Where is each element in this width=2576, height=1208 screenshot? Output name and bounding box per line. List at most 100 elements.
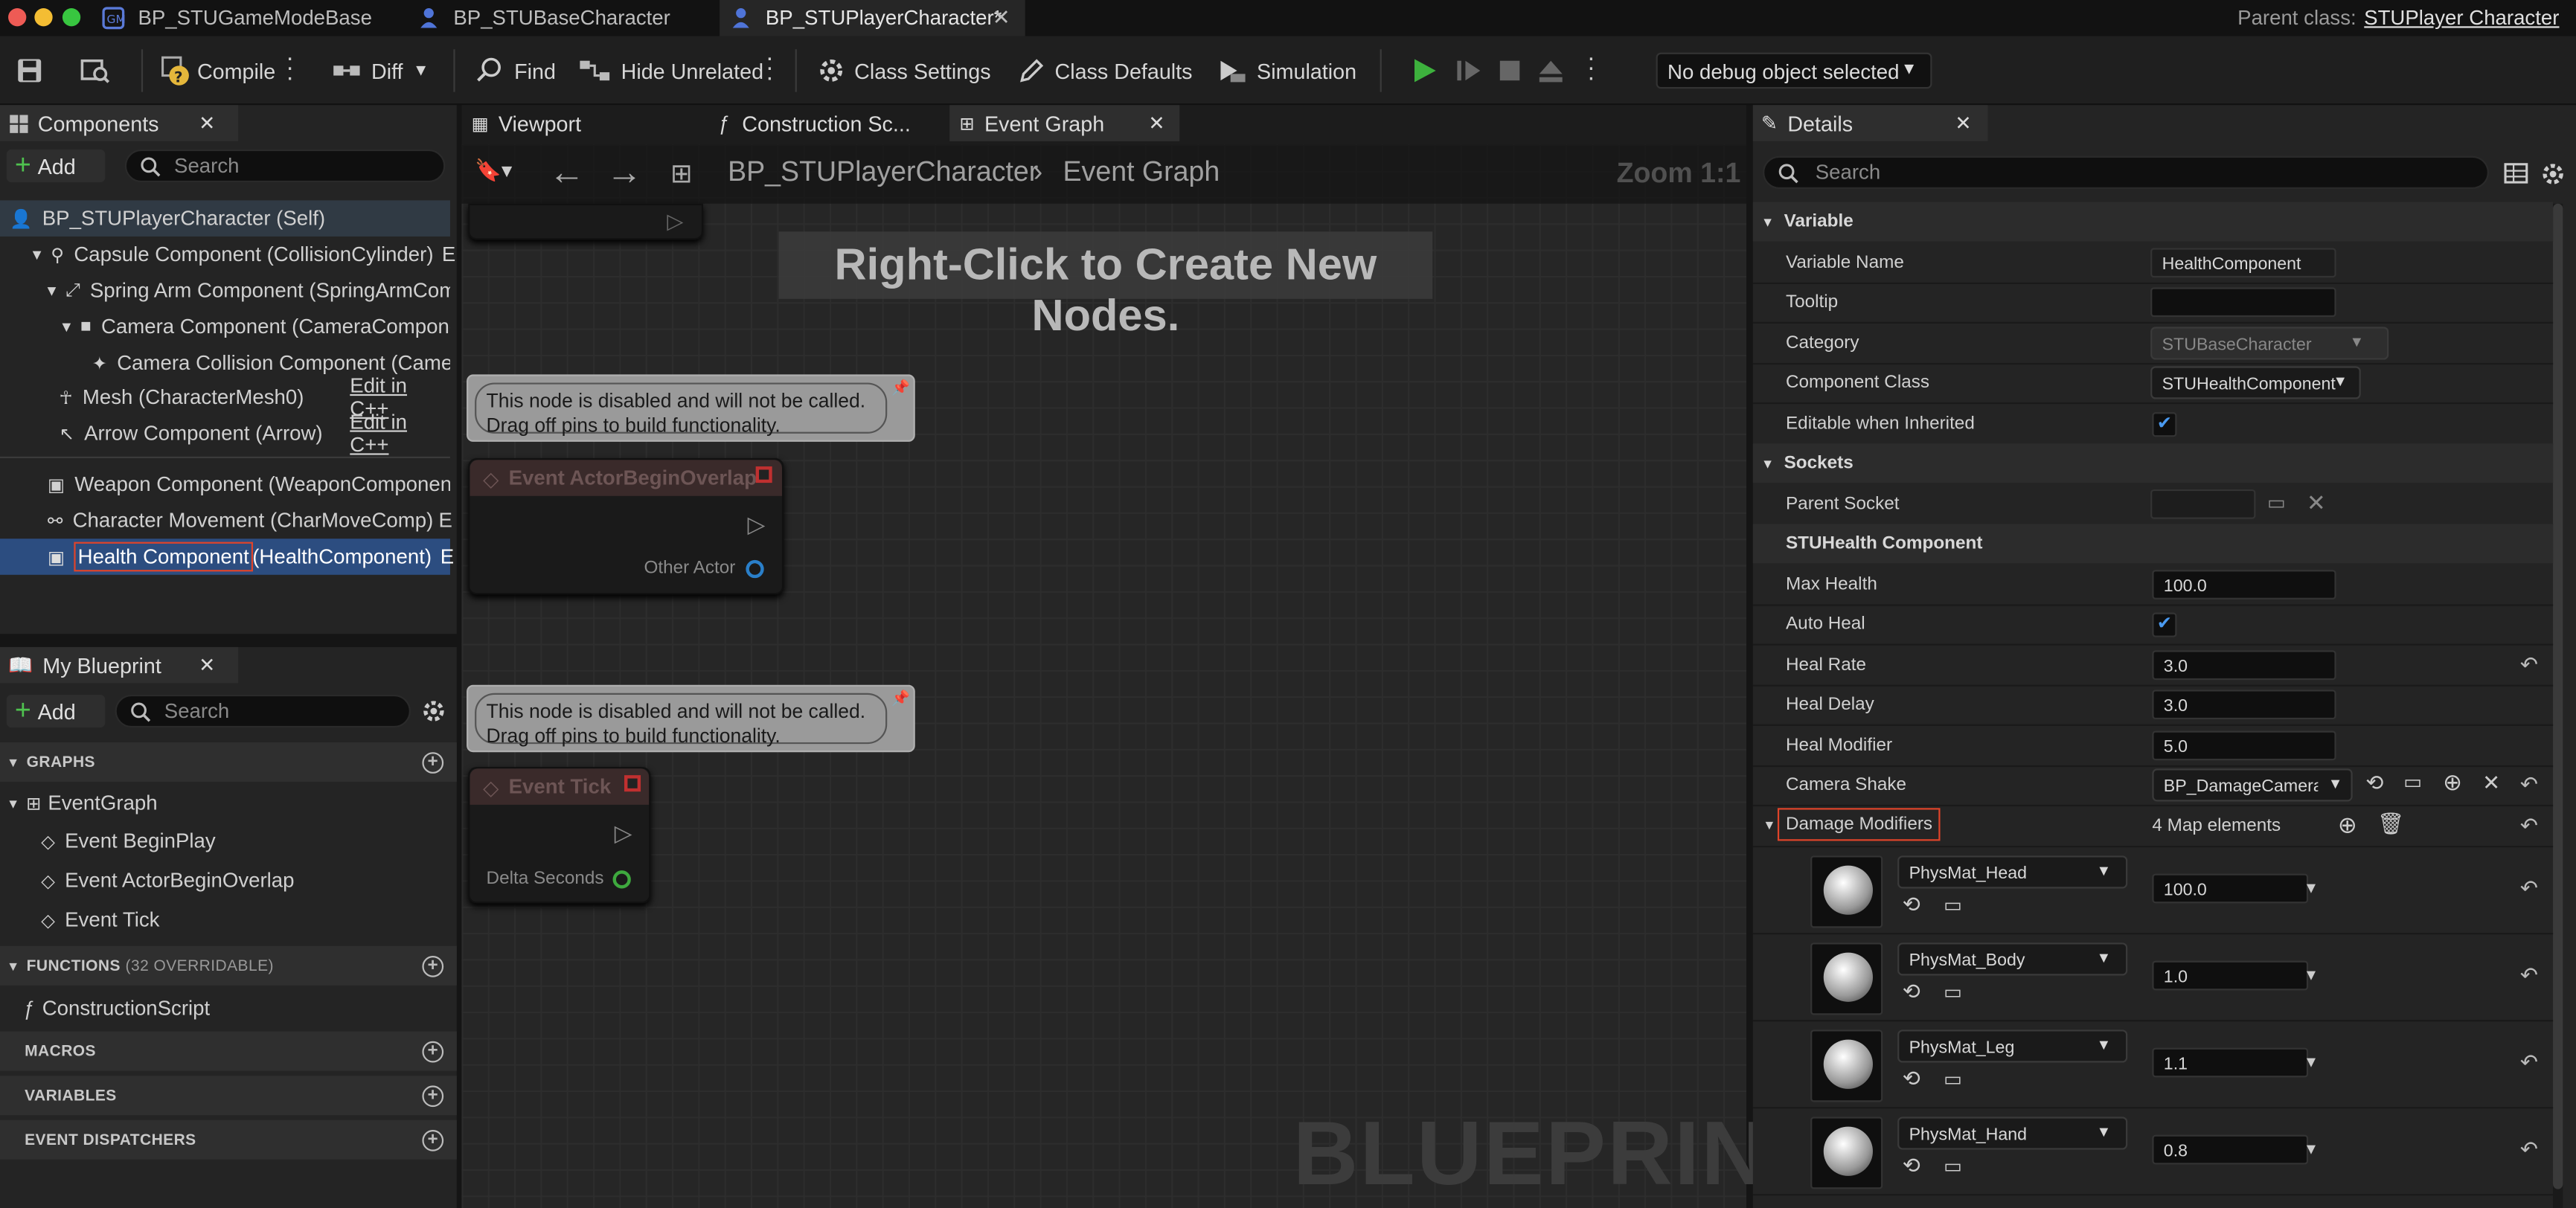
- map-key-select[interactable]: PhysMat_Leg ▼: [1897, 1029, 2128, 1063]
- browse-icon[interactable]: ▭: [1944, 1067, 1962, 1090]
- play-options-icon[interactable]: · · ·: [1587, 46, 1595, 91]
- section-variable[interactable]: ▼ Variable: [1752, 202, 2554, 242]
- heal-rate-field[interactable]: 3.0: [2152, 650, 2336, 681]
- compile-options-icon[interactable]: · · ·: [286, 46, 294, 91]
- chevron-down-icon[interactable]: ▾: [2307, 877, 2316, 898]
- trash-icon[interactable]: 🗑: [2377, 812, 2404, 838]
- tab-bp-stugamemodebase[interactable]: GM BP_STUGameModeBase: [92, 0, 398, 36]
- reset-to-default-icon[interactable]: ↶: [2520, 1137, 2538, 1163]
- max-health-field[interactable]: 100.0: [2152, 570, 2336, 600]
- tab-event-graph[interactable]: ⊞ Event Graph ✕: [949, 105, 1180, 141]
- variable-name-field[interactable]: HealthComponent: [2150, 248, 2336, 278]
- play-icon[interactable]: [1409, 56, 1439, 86]
- component-health[interactable]: ▣ Health Component (HealthComponent) E: [0, 539, 454, 575]
- variables-section[interactable]: VARIABLES +: [0, 1076, 457, 1116]
- parent-class-link[interactable]: STUPlayer Character: [2364, 7, 2559, 30]
- physmat-thumbnail[interactable]: [1810, 1029, 1883, 1102]
- heal-delay-field[interactable]: 3.0: [2152, 690, 2336, 720]
- camera-shake-select[interactable]: BP_DamageCameraS ▼: [2152, 768, 2353, 802]
- reset-to-default-icon[interactable]: ↶: [2520, 652, 2538, 678]
- stop-icon[interactable]: [1495, 56, 1525, 86]
- edit-link[interactable]: E: [442, 243, 455, 266]
- expand-arrow-icon[interactable]: ▼: [7, 796, 19, 811]
- components-search-input[interactable]: Search: [124, 149, 446, 183]
- close-panel-icon[interactable]: ✕: [199, 654, 215, 677]
- minimize-window-button[interactable]: [34, 8, 53, 27]
- map-key-select[interactable]: PhysMat_Body ▼: [1897, 942, 2128, 976]
- use-selected-icon[interactable]: ⟲: [1903, 979, 1920, 1005]
- gear-icon[interactable]: [2540, 161, 2566, 187]
- heal-modifier-field[interactable]: 5.0: [2152, 730, 2336, 761]
- section-sockets[interactable]: ▼ Sockets: [1752, 443, 2554, 483]
- eject-icon[interactable]: [1536, 56, 1566, 86]
- add-icon[interactable]: ⊕: [2443, 768, 2462, 797]
- tab-bp-stuplayercharacter[interactable]: BP_STUPlayerCharacter* ✕: [720, 0, 1025, 36]
- component-class-select[interactable]: STUHealthComponent ▼: [2150, 366, 2361, 399]
- browse-socket-icon[interactable]: ▭: [2267, 491, 2286, 514]
- chevron-down-icon[interactable]: ▾: [2307, 1051, 2316, 1072]
- macros-section[interactable]: MACROS +: [0, 1031, 457, 1071]
- close-panel-icon[interactable]: ✕: [1955, 112, 1971, 135]
- browse-icon[interactable]: ▭: [2403, 771, 2422, 794]
- class-settings-button[interactable]: Class Settings: [816, 51, 991, 90]
- pin-icon[interactable]: 📌: [891, 690, 910, 707]
- auto-heal-checkbox[interactable]: ✔: [2152, 612, 2177, 637]
- breadcrumb-root[interactable]: BP_STUPlayerCharacter: [728, 156, 1038, 189]
- add-member-button[interactable]: + Add: [6, 694, 106, 728]
- gear-icon[interactable]: [420, 698, 446, 724]
- exec-pin-icon[interactable]: ▷: [615, 820, 632, 848]
- expand-arrow-icon[interactable]: ▼: [1763, 818, 1775, 833]
- property-matrix-icon[interactable]: [2504, 161, 2528, 185]
- class-defaults-button[interactable]: Class Defaults: [1017, 51, 1193, 90]
- more-options-icon[interactable]: · · ·: [766, 46, 774, 91]
- reset-to-default-icon[interactable]: ↶: [2520, 876, 2538, 902]
- browse-icon[interactable]: ▭: [1944, 1154, 1962, 1178]
- add-macro-icon[interactable]: +: [422, 1040, 444, 1062]
- map-key-select[interactable]: PhysMat_Hand ▼: [1897, 1117, 2128, 1150]
- disabled-comment-box[interactable]: This node is disabled and will not be ca…: [467, 684, 915, 753]
- object-pin-icon[interactable]: [746, 559, 764, 579]
- close-tab-icon[interactable]: ✕: [993, 5, 1010, 31]
- chevron-down-icon[interactable]: ▾: [2307, 1138, 2316, 1159]
- event-graph-item[interactable]: ▼ ⊞ EventGraph: [7, 785, 450, 821]
- scrollbar-thumb[interactable]: [2553, 203, 2563, 1189]
- edit-link[interactable]: E: [440, 545, 454, 568]
- physmat-thumbnail[interactable]: [1810, 855, 1883, 928]
- debug-object-select[interactable]: No debug object selected ▼: [1656, 52, 1932, 89]
- event-actorbeginoverlap-item[interactable]: ◇ Event ActorBeginOverlap: [41, 862, 450, 899]
- my-blueprint-tab[interactable]: 📖 My Blueprint ✕: [0, 646, 239, 684]
- add-graph-icon[interactable]: +: [422, 751, 444, 773]
- map-key-select[interactable]: PhysMat_Head ▼: [1897, 855, 2128, 889]
- event-actorbeginoverlap-node[interactable]: ◇ Event ActorBeginOverlap ▷ Other Actor: [468, 458, 784, 595]
- simulation-button[interactable]: Simulation: [1216, 51, 1356, 90]
- reset-to-default-icon[interactable]: ↶: [2520, 772, 2538, 798]
- component-self[interactable]: 👤 BP_STUPlayerCharacter (Self): [0, 200, 450, 237]
- pin-icon[interactable]: 📌: [891, 379, 910, 397]
- parent-socket-field[interactable]: [2150, 489, 2256, 519]
- clear-icon[interactable]: ✕: [2307, 489, 2326, 518]
- maximize-window-button[interactable]: [62, 8, 81, 27]
- tab-construction-script[interactable]: ƒ Construction Sc...: [718, 105, 948, 141]
- section-stuhealth-component[interactable]: STUHealth Component: [1752, 524, 2554, 564]
- blueprint-search-input[interactable]: Search: [115, 694, 411, 728]
- bookmark-icon[interactable]: 🔖▾: [475, 158, 512, 184]
- add-element-icon[interactable]: ⊕: [2338, 812, 2357, 840]
- add-variable-icon[interactable]: +: [422, 1085, 444, 1107]
- diff-button[interactable]: Diff ▼: [332, 51, 429, 90]
- components-tab[interactable]: Components ✕: [0, 105, 239, 141]
- partial-node[interactable]: ▷: [468, 203, 703, 240]
- add-function-icon[interactable]: +: [422, 954, 444, 977]
- tab-bp-stubasecharacter[interactable]: BP_STUBaseCharacter: [408, 0, 717, 36]
- edit-link[interactable]: E: [439, 509, 452, 532]
- compile-button[interactable]: ? Compile: [159, 51, 275, 90]
- event-tick-item[interactable]: ◇ Event Tick: [41, 902, 450, 938]
- event-beginplay-item[interactable]: ◇ Event BeginPlay: [41, 823, 450, 859]
- component-arrow[interactable]: ↖ Arrow Component (Arrow) Edit in C++: [59, 411, 449, 457]
- reset-to-default-icon[interactable]: ↶: [2520, 1050, 2538, 1076]
- delegate-pin-icon[interactable]: [755, 466, 772, 483]
- add-component-button[interactable]: + Add: [6, 149, 106, 183]
- browse-icon[interactable]: ▭: [1944, 893, 1962, 916]
- editable-when-inherited-checkbox[interactable]: ✔: [2152, 412, 2177, 437]
- advance-frame-icon[interactable]: [1454, 56, 1484, 86]
- delegate-pin-icon[interactable]: [624, 775, 641, 792]
